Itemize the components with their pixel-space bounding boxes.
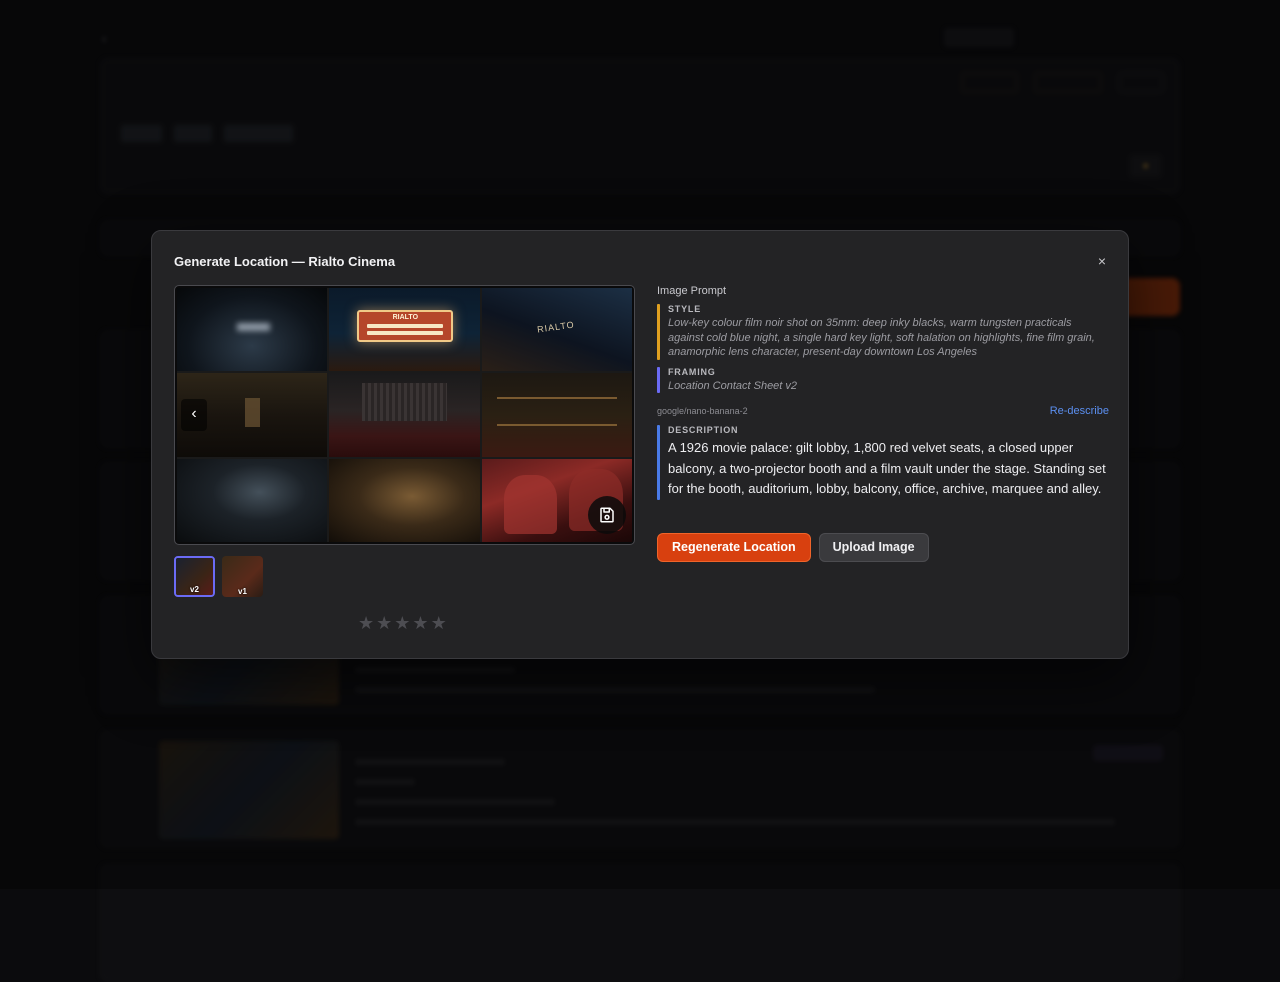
image-prompt-heading: Image Prompt [657,285,727,297]
version-thumbnail-v2[interactable]: v2 [174,556,215,597]
marquee-bar [367,324,444,328]
star-icon[interactable]: ★ [376,613,392,634]
description-block: DESCRIPTION A 1926 movie palace: gilt lo… [657,425,1109,500]
model-row: google/nano-banana-2 Re-describe [657,405,1109,417]
regenerate-location-button[interactable]: Regenerate Location [657,532,811,562]
close-icon: × [1097,253,1107,269]
save-image-button[interactable] [588,496,626,534]
version-label: v2 [190,585,199,594]
contact-sheet-frame [329,458,480,542]
contact-sheet-frame [177,288,328,372]
contact-sheet-frame [481,373,632,457]
star-rating: ★ ★ ★ ★ ★ [358,613,447,634]
style-text: Low-key colour film noir shot on 35mm: d… [668,317,1095,358]
framing-label: FRAMING [668,366,716,377]
contact-sheet-frame: RIALTO [329,288,480,372]
image-viewer: RIALTO RIALTO ‹ [174,285,635,545]
contact-sheet-frame [177,458,328,542]
redescribe-link[interactable]: Re-describe [1050,405,1109,417]
star-icon[interactable]: ★ [431,613,447,634]
style-label: STYLE [668,304,702,314]
marquee-sign: RIALTO [357,310,454,342]
model-name: google/nano-banana-2 [657,406,748,416]
modal-title: Generate Location — Rialto Cinema [174,254,396,269]
version-thumbnail-v1[interactable]: v1 [222,556,263,597]
contact-sheet-frame [329,373,480,457]
version-thumbnails: v2 v1 [174,556,263,597]
framing-text: Location Contact Sheet v2 [668,379,798,392]
previous-image-button[interactable]: ‹ [181,399,207,431]
upload-image-button[interactable]: Upload Image [818,532,929,562]
facade-sign: RIALTO [536,319,575,335]
star-icon[interactable]: ★ [412,613,428,634]
generate-location-modal: Generate Location — Rialto Cinema × RIAL… [151,230,1129,659]
star-icon[interactable]: ★ [394,613,410,634]
framing-block: FRAMING Location Contact Sheet v2 [657,366,1109,394]
action-buttons: Regenerate Location Upload Image [657,532,1109,562]
description-text: A 1926 movie palace: gilt lobby, 1,800 r… [668,440,1106,496]
prompt-panel: Image Prompt STYLE Low-key colour film n… [657,285,1109,562]
description-label: DESCRIPTION [668,425,739,435]
marquee-bar [367,331,444,335]
marquee-text: RIALTO [392,314,419,321]
close-button[interactable]: × [1094,253,1110,269]
contact-sheet-frame: RIALTO [481,288,632,372]
version-label: v1 [238,587,247,596]
style-block: STYLE Low-key colour film noir shot on 3… [657,304,1109,360]
contact-sheet-image: RIALTO RIALTO [177,288,632,542]
floppy-disk-icon [600,507,614,523]
chevron-left-icon: ‹ [191,405,197,422]
star-icon[interactable]: ★ [358,613,374,634]
